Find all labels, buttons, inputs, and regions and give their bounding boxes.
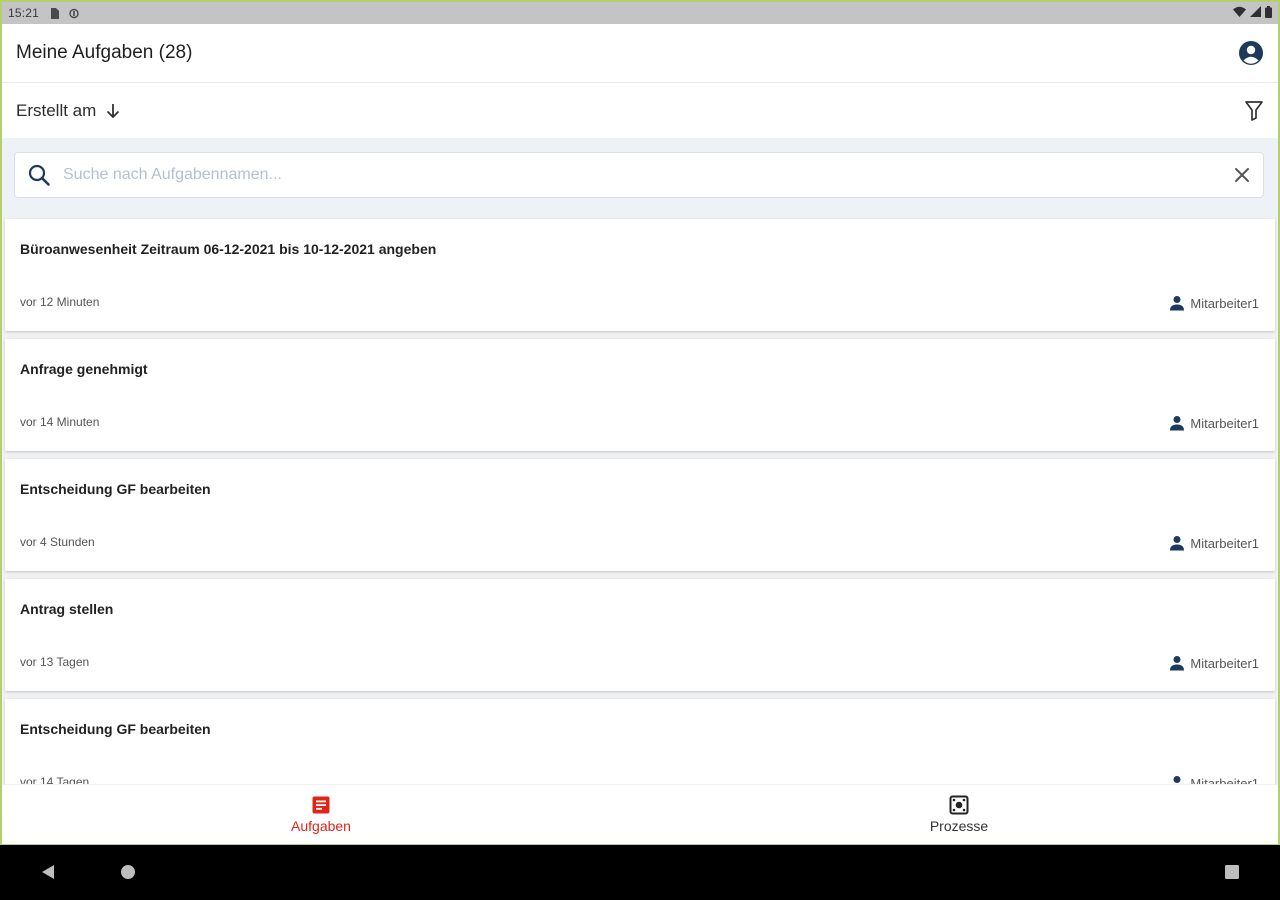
bottom-nav: Aufgaben Prozesse bbox=[2, 784, 1278, 844]
assignee-name: Mitarbeiter1 bbox=[1190, 535, 1259, 551]
status-right-icons bbox=[1233, 5, 1272, 21]
arrow-down-icon[interactable] bbox=[104, 102, 122, 120]
nav-label-processes: Prozesse bbox=[929, 818, 989, 834]
task-time: vor 14 Tagen bbox=[20, 775, 90, 784]
task-assignee: Mitarbeiter1 bbox=[1169, 655, 1259, 671]
search-area bbox=[2, 138, 1278, 216]
system-nav-bar bbox=[0, 845, 1280, 900]
task-time: vor 4 Stunden bbox=[20, 535, 95, 549]
app-frame: 15:21 Meine Aufgaben (28) Erstellt am Su… bbox=[2, 2, 1278, 844]
task-card[interactable]: Büroanwesenheit Zeitraum 06-12-2021 bis … bbox=[5, 219, 1275, 331]
nav-label-tasks: Aufgaben bbox=[291, 818, 351, 834]
task-assignee: Mitarbeiter1 bbox=[1169, 535, 1259, 551]
task-card[interactable]: Entscheidung GF bearbeiten vor 4 Stunden… bbox=[5, 459, 1275, 571]
battery-icon bbox=[1265, 5, 1272, 21]
app-bar: Meine Aufgaben (28) bbox=[2, 24, 1278, 83]
nav-item-tasks[interactable]: Aufgaben bbox=[2, 785, 640, 844]
search-box bbox=[14, 152, 1264, 198]
task-title: Büroanwesenheit Zeitraum 06-12-2021 bis … bbox=[20, 241, 437, 257]
task-title: Antrag stellen bbox=[20, 601, 114, 617]
assignee-name: Mitarbeiter1 bbox=[1190, 295, 1259, 311]
task-time: vor 13 Tagen bbox=[20, 655, 90, 669]
home-icon[interactable] bbox=[120, 864, 136, 880]
task-card[interactable]: Entscheidung GF bearbeiten vor 14 Tagen … bbox=[5, 699, 1275, 784]
signal-icon bbox=[1250, 6, 1261, 20]
filter-icon[interactable] bbox=[1244, 100, 1264, 122]
sim-card-icon bbox=[49, 7, 60, 19]
account-circle-icon[interactable] bbox=[1238, 40, 1264, 66]
sort-label[interactable]: Erstellt am bbox=[16, 101, 96, 121]
wifi-icon bbox=[1233, 6, 1246, 20]
task-card[interactable]: Antrag stellen vor 13 Tagen Mitarbeiter1 bbox=[5, 579, 1275, 691]
assignee-name: Mitarbeiter1 bbox=[1190, 655, 1259, 671]
person-icon bbox=[1169, 295, 1185, 311]
task-title: Entscheidung GF bearbeiten bbox=[20, 481, 211, 497]
task-title: Anfrage genehmigt bbox=[20, 361, 148, 377]
nav-item-processes[interactable]: Prozesse bbox=[640, 785, 1278, 844]
status-time: 15:21 bbox=[8, 6, 40, 20]
task-time: vor 12 Minuten bbox=[20, 295, 100, 309]
person-icon bbox=[1169, 415, 1185, 431]
task-assignee: Mitarbeiter1 bbox=[1169, 415, 1259, 431]
task-card[interactable]: Anfrage genehmigt vor 14 Minuten Mitarbe… bbox=[5, 339, 1275, 451]
person-icon bbox=[1169, 775, 1185, 784]
task-title: Entscheidung GF bearbeiten bbox=[20, 721, 211, 737]
recent-apps-icon[interactable] bbox=[1224, 864, 1240, 880]
search-icon bbox=[27, 163, 51, 187]
back-icon[interactable] bbox=[39, 863, 57, 881]
task-assignee: Mitarbeiter1 bbox=[1169, 295, 1259, 311]
notification-icon bbox=[69, 8, 79, 19]
tasks-icon bbox=[311, 795, 331, 815]
person-icon bbox=[1169, 535, 1185, 551]
task-list: Büroanwesenheit Zeitraum 06-12-2021 bis … bbox=[2, 216, 1278, 784]
person-icon bbox=[1169, 655, 1185, 671]
close-icon[interactable] bbox=[1233, 166, 1251, 184]
page-title: Meine Aufgaben (28) bbox=[16, 42, 193, 63]
search-input[interactable] bbox=[63, 166, 1223, 184]
task-assignee: Mitarbeiter1 bbox=[1169, 775, 1259, 784]
assignee-name: Mitarbeiter1 bbox=[1190, 775, 1259, 785]
status-bar: 15:21 bbox=[2, 2, 1278, 24]
task-time: vor 14 Minuten bbox=[20, 415, 100, 429]
sort-bar: Erstellt am bbox=[2, 84, 1278, 138]
assignee-name: Mitarbeiter1 bbox=[1190, 415, 1259, 431]
processes-icon bbox=[949, 795, 969, 815]
